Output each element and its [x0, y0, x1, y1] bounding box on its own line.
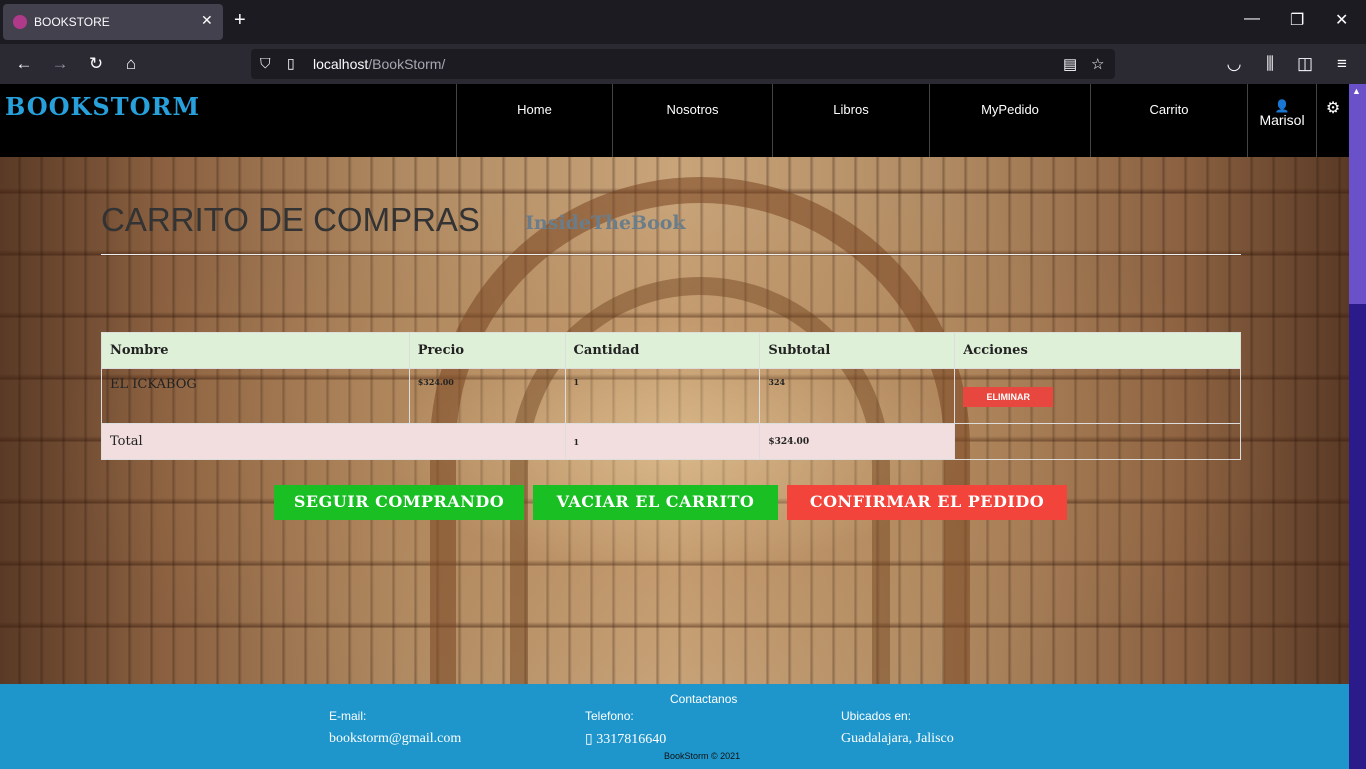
- menu-item-libros[interactable]: Libros: [772, 84, 929, 157]
- location-value: Guadalajara, Jalisco: [841, 731, 954, 746]
- restore-button[interactable]: ❐: [1290, 10, 1304, 30]
- col-header-precio: Precio: [408, 332, 566, 369]
- page-title: CARRITO DE COMPRAS: [101, 201, 480, 238]
- cell-subtotal: 324: [759, 368, 956, 424]
- close-window-button[interactable]: ✕: [1335, 10, 1348, 30]
- col-header-nombre: Nombre: [101, 332, 410, 369]
- page-scrollbar[interactable]: ▲: [1349, 84, 1366, 769]
- page-info-icon[interactable]: ▯: [287, 55, 295, 72]
- menu-item-nosotros[interactable]: Nosotros: [612, 84, 772, 157]
- browser-tab[interactable]: BOOKSTORE ✕: [3, 4, 223, 40]
- browser-navbar: ← → ↻ ⌂ ⛉ ▯ localhost/BookStorm/ ▤ ☆ ◡ ⫼…: [0, 44, 1366, 84]
- web-page: BOOKSTORM Home Nosotros Libros MyPedido …: [0, 84, 1349, 769]
- phone-value: ▯ 3317816640: [585, 732, 667, 747]
- back-icon[interactable]: ←: [14, 54, 34, 74]
- new-tab-button[interactable]: +: [234, 9, 246, 32]
- user-name: Marisol: [1259, 112, 1305, 128]
- tab-title: BOOKSTORE: [34, 15, 110, 29]
- library-icon[interactable]: ⫼: [1260, 54, 1280, 74]
- scrollbar-thumb[interactable]: [1349, 84, 1366, 304]
- cell-acciones: ELIMINAR: [954, 368, 1241, 424]
- eliminar-button[interactable]: ELIMINAR: [963, 387, 1054, 407]
- library-background: CARRITO DE COMPRAS InsideTheBook Nombre …: [0, 157, 1349, 737]
- address-bar[interactable]: ⛉ ▯ localhost/BookStorm/ ▤ ☆: [251, 49, 1115, 79]
- favicon-icon: [13, 15, 27, 29]
- browser-tabbar: BOOKSTORE ✕ + — ❐ ✕: [0, 0, 1366, 44]
- phone-icon: ▯: [585, 732, 593, 747]
- cell-precio: $324.00: [408, 368, 566, 424]
- url-text[interactable]: localhost/BookStorm/: [313, 56, 445, 72]
- col-header-acciones: Acciones: [954, 332, 1241, 369]
- cart-table: Nombre Precio Cantidad Subtotal Acciones…: [101, 332, 1241, 460]
- menu-item-mypedido[interactable]: MyPedido: [929, 84, 1090, 157]
- reader-view-icon[interactable]: ▤: [1063, 55, 1077, 73]
- cell-nombre: EL ICKABOG: [101, 368, 410, 424]
- footer-title: Contactanos: [670, 692, 738, 706]
- copyright: BookStorm © 2021: [664, 751, 741, 761]
- tracking-shield-icon[interactable]: ⛉: [260, 55, 271, 72]
- total-empty-cell: [954, 423, 1241, 460]
- reload-icon[interactable]: ↻: [86, 54, 106, 74]
- home-icon[interactable]: ⌂: [121, 54, 141, 74]
- total-label: Total: [101, 423, 566, 460]
- user-menu[interactable]: 👤 Marisol: [1247, 84, 1316, 157]
- total-row: Total 1 $324.00: [101, 423, 1241, 460]
- title-divider: [101, 254, 1241, 255]
- minimize-button[interactable]: —: [1244, 10, 1260, 28]
- email-value[interactable]: bookstorm@gmail.com: [329, 731, 461, 747]
- total-cantidad: 1: [564, 423, 761, 460]
- email-label: E-mail:: [329, 709, 367, 723]
- brand-logo[interactable]: BOOKSTORM: [5, 92, 200, 121]
- gear-icon[interactable]: ⚙: [1316, 84, 1349, 157]
- menu-icon[interactable]: ≡: [1332, 54, 1352, 74]
- tab-close-icon[interactable]: ✕: [201, 12, 213, 29]
- cell-cantidad: 1: [564, 368, 761, 424]
- menu-item-carrito[interactable]: Carrito: [1090, 84, 1247, 157]
- bookmark-star-icon[interactable]: ☆: [1091, 55, 1104, 73]
- pocket-icon[interactable]: ◡: [1224, 54, 1244, 74]
- vaciar-carrito-button[interactable]: VACIAR EL CARRITO: [533, 485, 778, 520]
- forward-icon[interactable]: →: [50, 54, 70, 74]
- page-subtitle: InsideTheBook: [525, 212, 686, 234]
- location-label: Ubicados en:: [841, 709, 912, 723]
- sidebar-icon[interactable]: ◫: [1295, 54, 1315, 74]
- site-footer: Contactanos E-mail: bookstorm@gmail.com …: [0, 684, 1349, 769]
- menu-item-home[interactable]: Home: [456, 84, 612, 157]
- scroll-up-icon[interactable]: ▲: [1352, 86, 1361, 96]
- total-subtotal: $324.00: [759, 423, 956, 460]
- phone-label: Telefono:: [585, 709, 634, 723]
- col-header-cantidad: Cantidad: [564, 332, 761, 369]
- user-icon: 👤: [1274, 99, 1290, 113]
- seguir-comprando-button[interactable]: SEGUIR COMPRANDO: [274, 485, 524, 520]
- table-row: EL ICKABOG $324.00 1 324 ELIMINAR: [101, 368, 1241, 424]
- confirmar-pedido-button[interactable]: CONFIRMAR EL PEDIDO: [787, 485, 1067, 520]
- col-header-subtotal: Subtotal: [759, 332, 956, 369]
- site-header: BOOKSTORM Home Nosotros Libros MyPedido …: [0, 84, 1349, 157]
